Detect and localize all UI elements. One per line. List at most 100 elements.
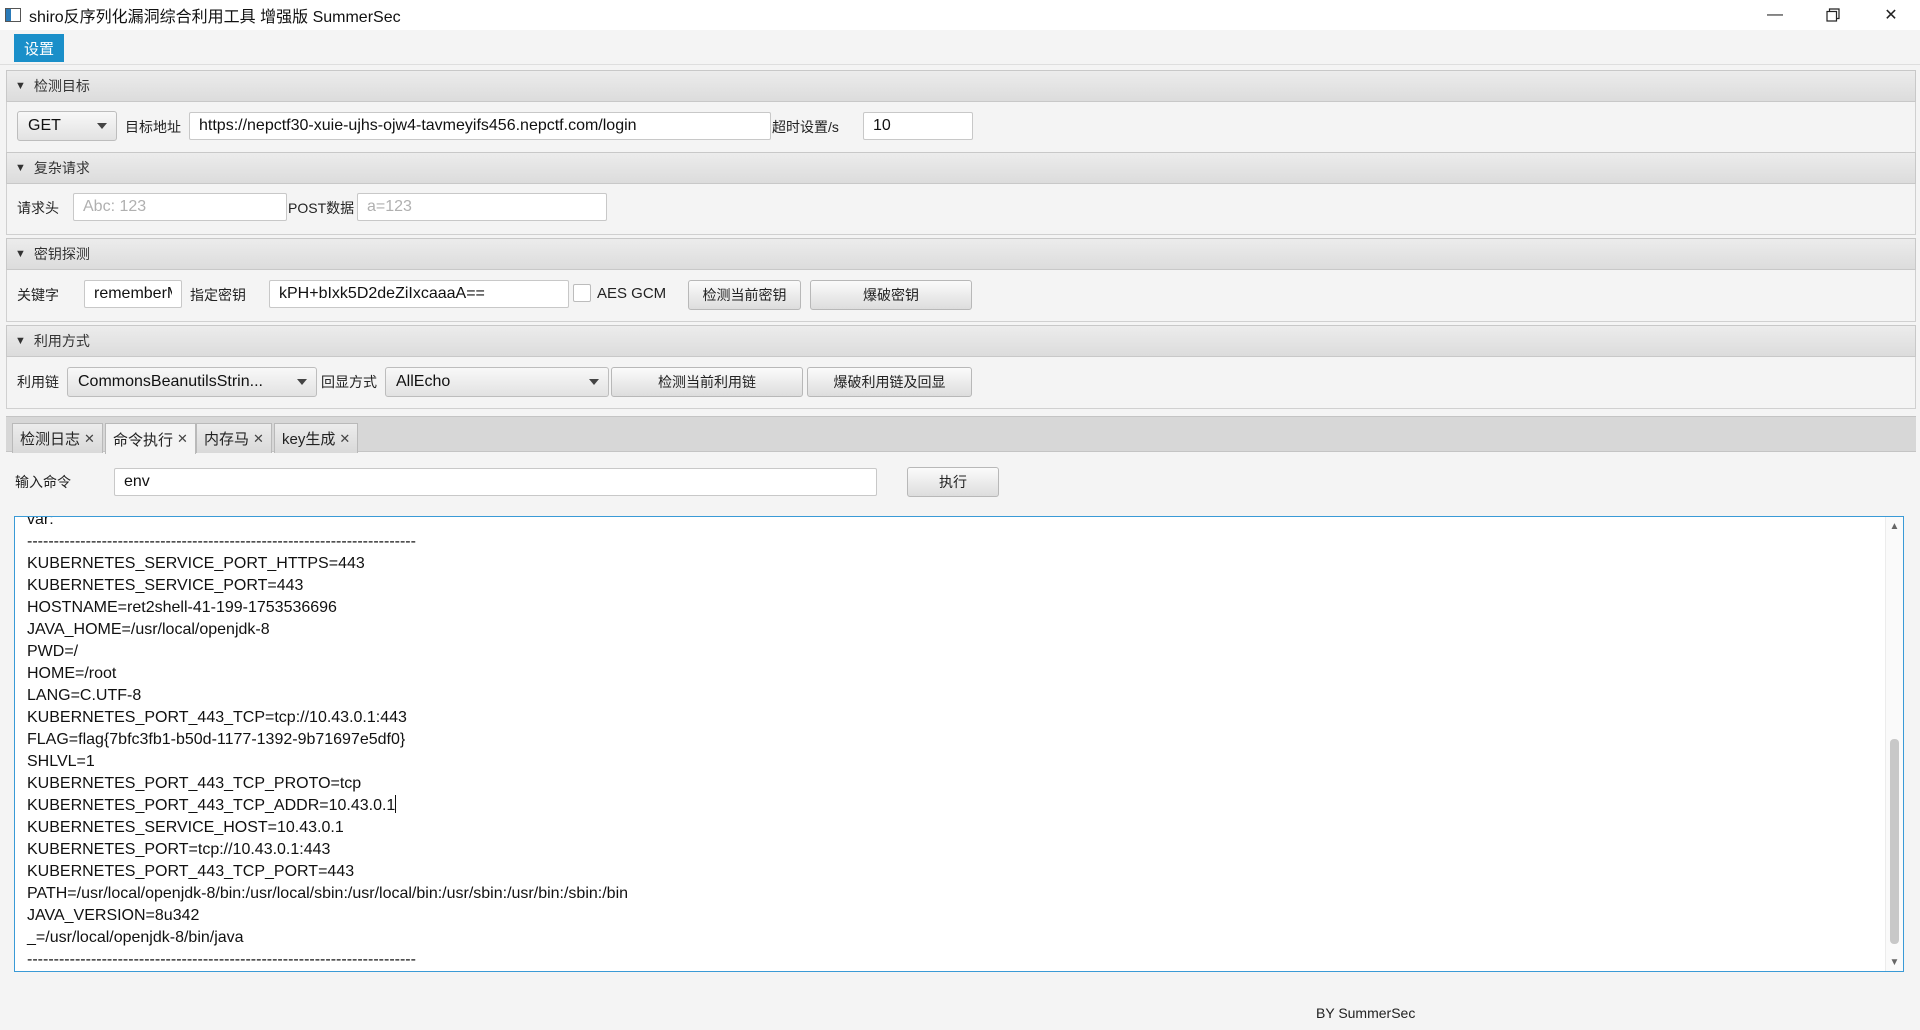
output-line: KUBERNETES_SERVICE_PORT=443 <box>27 577 304 594</box>
close-icon: ✕ <box>1884 7 1898 24</box>
close-icon[interactable]: ✕ <box>177 431 188 447</box>
output-line: PATH=/usr/local/openjdk-8/bin:/usr/local… <box>27 885 629 902</box>
aes-gcm-checkbox[interactable] <box>573 284 591 302</box>
output-line: LANG=C.UTF-8 <box>27 687 142 704</box>
complex-section-body: 请求头 POST数据 <box>6 184 1916 235</box>
tab-detect-log[interactable]: 检测日志 ✕ <box>12 423 103 453</box>
command-label: 输入命令 <box>15 474 71 490</box>
aes-gcm-label: AES GCM <box>597 285 667 302</box>
caret-down-icon: ▼ <box>15 162 26 174</box>
restore-button[interactable] <box>1804 0 1862 30</box>
output-line: PWD=/ <box>27 643 79 660</box>
caret-down-icon: ▼ <box>15 335 26 347</box>
close-icon[interactable]: ✕ <box>84 431 95 447</box>
minimize-icon: — <box>1767 6 1783 23</box>
key-section-title: 密钥探测 <box>33 246 90 262</box>
output-line: KUBERNETES_PORT=tcp://10.43.0.1:443 <box>27 841 331 858</box>
output-line: KUBERNETES_PORT_443_TCP=tcp://10.43.0.1:… <box>27 709 407 726</box>
tab-label: 命令执行 <box>113 431 174 449</box>
output-line: HOME=/root <box>27 665 117 682</box>
output-line: HOSTNAME=ret2shell-41-199-1753536696 <box>27 599 337 616</box>
key-section-header[interactable]: ▼ 密钥探测 <box>6 238 1916 270</box>
caret-down-icon: ▼ <box>15 80 26 92</box>
vertical-scrollbar[interactable]: ▲ ▼ <box>1885 517 1903 971</box>
window-title: shiro反序列化漏洞综合利用工具 增强版 SummerSec <box>29 9 401 26</box>
command-input[interactable] <box>114 468 877 496</box>
chain-select[interactable]: CommonsBeanutilsStrin... <box>67 367 317 397</box>
key-section-body: 关键字 指定密钥 AES GCM 检测当前密钥 爆破密钥 <box>6 270 1916 322</box>
brute-key-button[interactable]: 爆破密钥 <box>810 280 972 310</box>
output-line: FLAG=flag{7bfc3fb1-b50d-1177-1392-9b7169… <box>27 731 406 748</box>
chevron-down-icon <box>97 123 107 129</box>
url-input[interactable] <box>189 112 771 140</box>
headers-label: 请求头 <box>17 200 59 216</box>
complex-section-title: 复杂请求 <box>33 160 90 176</box>
target-section-body: GET 目标地址 超时设置/s <box>6 102 1916 153</box>
close-icon[interactable]: ✕ <box>253 431 264 447</box>
tab-label: 内存马 <box>204 431 250 448</box>
complex-section-header[interactable]: ▼ 复杂请求 <box>6 152 1916 184</box>
key-label: 指定密钥 <box>190 287 246 303</box>
chain-value: CommonsBeanutilsStrin... <box>78 373 263 390</box>
menu-bar: 设置 <box>0 30 1920 65</box>
url-label: 目标地址 <box>125 119 181 135</box>
output-line: KUBERNETES_SERVICE_HOST=10.43.0.1 <box>27 819 344 836</box>
output-line: KUBERNETES_PORT_443_TCP_PROTO=tcp <box>27 775 362 792</box>
output-line: KUBERNETES_SERVICE_PORT_HTTPS=443 <box>27 555 365 572</box>
tab-command-exec[interactable]: 命令执行 ✕ <box>105 423 196 454</box>
tab-label: key生成 <box>282 431 336 448</box>
scroll-thumb[interactable] <box>1890 739 1899 944</box>
output-line: KUBERNETES_PORT_443_TCP_ADDR=10.43.0.1 <box>27 795 397 814</box>
close-icon[interactable]: ✕ <box>339 431 350 447</box>
check-key-button[interactable]: 检测当前密钥 <box>688 280 801 310</box>
output-line: JAVA_VERSION=8u342 <box>27 907 200 924</box>
output-line: _=/usr/local/openjdk-8/bin/java <box>27 929 244 946</box>
check-chain-button[interactable]: 检测当前利用链 <box>611 367 803 397</box>
method-select[interactable]: GET <box>17 111 117 141</box>
app-icon <box>5 8 21 22</box>
brute-chain-button[interactable]: 爆破利用链及回显 <box>807 367 972 397</box>
exploit-section-header[interactable]: ▼ 利用方式 <box>6 325 1916 357</box>
headers-input[interactable] <box>73 193 287 221</box>
exploit-section-title: 利用方式 <box>33 333 90 349</box>
timeout-input[interactable] <box>863 112 973 140</box>
target-section-header[interactable]: ▼ 检测目标 <box>6 70 1916 102</box>
text-cursor <box>395 795 397 813</box>
footer-credit: BY SummerSec <box>1316 1005 1416 1021</box>
scroll-up-icon[interactable]: ▲ <box>1886 517 1903 535</box>
output-line: ----------------------------------------… <box>27 533 416 550</box>
keyword-label: 关键字 <box>17 287 59 303</box>
target-section-title: 检测目标 <box>33 78 90 94</box>
caret-down-icon: ▼ <box>15 248 26 260</box>
output-textarea[interactable]: var: ------------------------------------… <box>14 516 1904 972</box>
exploit-section-body: 利用链 CommonsBeanutilsStrin... 回显方式 AllEch… <box>6 357 1916 409</box>
output-text: var: ------------------------------------… <box>27 516 629 971</box>
output-line: var: <box>27 516 54 528</box>
key-input[interactable] <box>269 280 569 308</box>
echo-label: 回显方式 <box>321 374 377 390</box>
output-line: ----------------------------------------… <box>27 951 416 968</box>
chevron-down-icon <box>589 379 599 385</box>
tab-bar: 检测日志 ✕ 命令执行 ✕ 内存马 ✕ key生成 ✕ <box>6 416 1916 454</box>
echo-select[interactable]: AllEcho <box>385 367 609 397</box>
post-label: POST数据 <box>288 200 355 216</box>
execute-button[interactable]: 执行 <box>907 467 999 497</box>
method-value: GET <box>28 117 61 134</box>
output-line: KUBERNETES_PORT_443_TCP_PORT=443 <box>27 863 355 880</box>
window-controls: — ✕ <box>1746 0 1920 30</box>
settings-menu[interactable]: 设置 <box>14 34 64 62</box>
timeout-label: 超时设置/s <box>772 119 839 135</box>
keyword-input[interactable] <box>84 280 182 308</box>
tab-memshell[interactable]: 内存马 ✕ <box>196 423 272 453</box>
chevron-down-icon <box>297 379 307 385</box>
chain-label: 利用链 <box>17 374 59 390</box>
tab-key-gen[interactable]: key生成 ✕ <box>274 423 359 453</box>
echo-value: AllEcho <box>396 373 451 390</box>
title-bar: shiro反序列化漏洞综合利用工具 增强版 SummerSec — ✕ <box>0 0 1920 30</box>
tab-label: 检测日志 <box>20 431 81 448</box>
close-button[interactable]: ✕ <box>1862 0 1920 30</box>
scroll-down-icon[interactable]: ▼ <box>1886 953 1903 971</box>
output-line: SHLVL=1 <box>27 753 95 770</box>
post-data-input[interactable] <box>357 193 607 221</box>
minimize-button[interactable]: — <box>1746 0 1804 30</box>
